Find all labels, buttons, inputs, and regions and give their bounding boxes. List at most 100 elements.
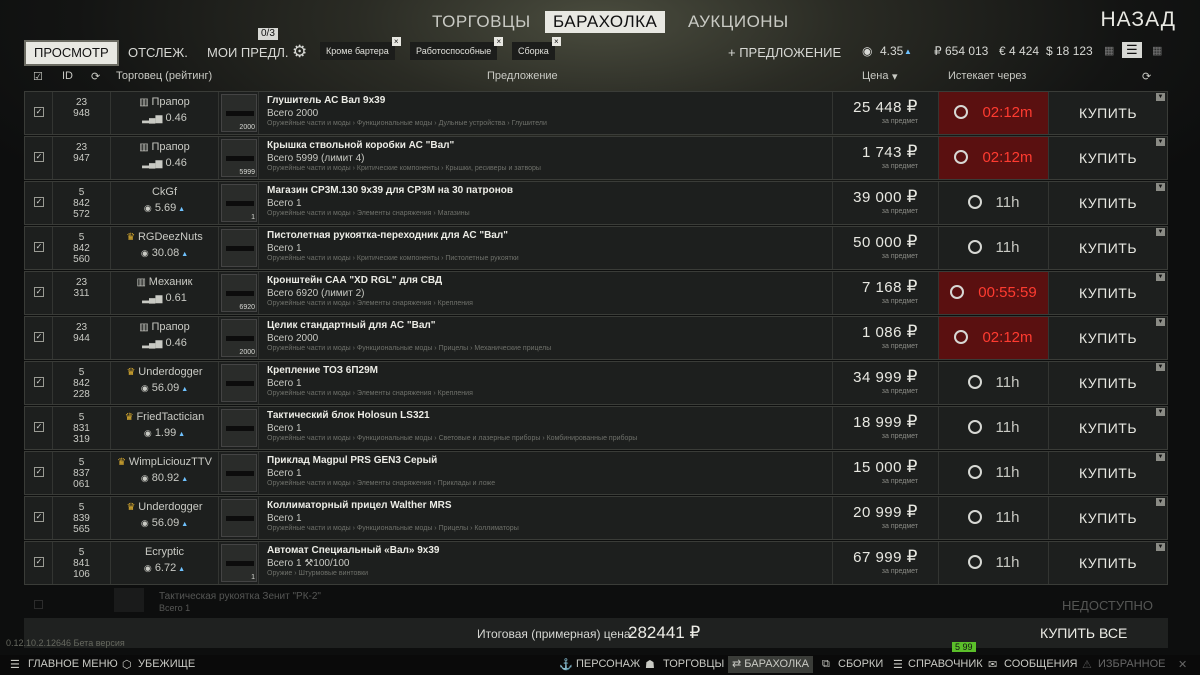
expand-arrow-icon[interactable]: ▼: [1156, 228, 1165, 236]
buy-button[interactable]: КУПИТЬ: [1049, 317, 1167, 359]
expand-arrow-icon[interactable]: ▼: [1156, 408, 1165, 416]
row-checkbox[interactable]: ✓: [34, 287, 44, 297]
my-offers-tab[interactable]: МОИ ПРЕДЛ.: [207, 42, 289, 64]
table-row[interactable]: ✓ 23 311 ▥ Механик ▂▄▆ 0.61 6920 Кронште…: [24, 271, 1168, 315]
item-thumbnail[interactable]: [221, 409, 257, 447]
item-thumbnail[interactable]: 2000: [221, 94, 257, 132]
close-icon[interactable]: ×: [391, 37, 401, 46]
trader-cell[interactable]: ♛ Underdogger ◉ 56.09 ▲: [111, 497, 219, 539]
trader-cell[interactable]: ▥ Механик ▂▄▆ 0.61: [111, 272, 219, 314]
expand-arrow-icon[interactable]: ▼: [1156, 318, 1165, 326]
item-image-cell[interactable]: 1: [219, 542, 259, 584]
item-image-cell[interactable]: [219, 407, 259, 449]
offer-cell[interactable]: Крышка ствольной коробки АС "Вал" Всего …: [259, 137, 833, 179]
table-row[interactable]: ✓ 5 839 565 ♛ Underdogger ◉ 56.09 ▲ Колл…: [24, 496, 1168, 540]
add-offer-button[interactable]: + ПРЕДЛОЖЕНИЕ: [728, 42, 841, 64]
item-thumbnail[interactable]: [221, 454, 257, 492]
item-thumbnail[interactable]: 1: [221, 544, 257, 582]
refresh-icon[interactable]: ⟳: [91, 70, 100, 83]
messages-button[interactable]: СООБЩЕНИЯ: [1004, 658, 1077, 670]
buy-button[interactable]: КУПИТЬ: [1049, 542, 1167, 584]
traders-button[interactable]: ТОРГОВЦЫ: [663, 658, 724, 670]
reload-icon[interactable]: ⟳: [1142, 70, 1151, 83]
item-name[interactable]: Целик стандартный для АС "Вал": [267, 320, 832, 331]
item-name[interactable]: Крышка ствольной коробки АС "Вал": [267, 140, 832, 151]
filter-assembly[interactable]: Сборка ×: [512, 37, 561, 60]
gear-icon[interactable]: ⚙: [292, 42, 307, 64]
trader-cell[interactable]: ♛ Underdogger ◉ 56.09 ▲: [111, 362, 219, 404]
back-button[interactable]: НАЗАД: [1100, 8, 1176, 32]
tile-view-icon[interactable]: ▦: [1152, 44, 1162, 57]
item-image-cell[interactable]: 6920: [219, 272, 259, 314]
close-icon[interactable]: ×: [494, 37, 504, 46]
trader-cell[interactable]: ▥ Прапор ▂▄▆ 0.46: [111, 317, 219, 359]
item-image-cell[interactable]: [219, 452, 259, 494]
row-checkbox[interactable]: ✓: [34, 152, 44, 162]
offer-cell[interactable]: Пистолетная рукоятка-переходник для АС "…: [259, 227, 833, 269]
expand-arrow-icon[interactable]: ▼: [1156, 183, 1165, 191]
item-thumbnail[interactable]: 5999: [221, 139, 257, 177]
item-image-cell[interactable]: 2000: [219, 92, 259, 134]
list-view-icon[interactable]: ☰: [1122, 42, 1142, 58]
item-name[interactable]: Крепление ТОЗ 6П29М: [267, 365, 832, 376]
expand-arrow-icon[interactable]: ▼: [1156, 543, 1165, 551]
table-row[interactable]: ✓ 23 947 ▥ Прапор ▂▄▆ 0.46 5999 Крышка с…: [24, 136, 1168, 180]
table-row[interactable]: ✓ 5 831 319 ♛ FriedTactician ◉ 1.99 ▲ Та…: [24, 406, 1168, 450]
tracked-tab[interactable]: ОТСЛЕЖ.: [128, 42, 188, 64]
expand-arrow-icon[interactable]: ▼: [1156, 93, 1165, 101]
table-row[interactable]: ✓ 5 842 572 ♛ CkGf ◉ 5.69 ▲ 1 Магазин СР…: [24, 181, 1168, 225]
item-name[interactable]: Автомат Специальный «Вал» 9х39: [267, 545, 832, 556]
item-name[interactable]: Кронштейн САА "XD RGL" для СВД: [267, 275, 832, 286]
item-thumbnail[interactable]: [221, 499, 257, 537]
filter-functional[interactable]: Работоспособные ×: [410, 37, 504, 60]
item-image-cell[interactable]: 5999: [219, 137, 259, 179]
offer-cell[interactable]: Приклад Magpul PRS GEN3 Серый Всего 1 Ор…: [259, 452, 833, 494]
offer-cell[interactable]: Магазин СР3М.130 9х39 для СР3М на 30 пат…: [259, 182, 833, 224]
item-image-cell[interactable]: 2000: [219, 317, 259, 359]
item-name[interactable]: Пистолетная рукоятка-переходник для АС "…: [267, 230, 832, 241]
trader-cell[interactable]: ♛ WimpLiciouzTTV ◉ 80.92 ▲: [111, 452, 219, 494]
offer-cell[interactable]: Коллиматорный прицел Walther MRS Всего 1…: [259, 497, 833, 539]
trader-cell[interactable]: ♛ CkGf ◉ 5.69 ▲: [111, 182, 219, 224]
item-thumbnail[interactable]: [221, 364, 257, 402]
trader-cell[interactable]: ▥ Прапор ▂▄▆ 0.46: [111, 137, 219, 179]
item-image-cell[interactable]: [219, 497, 259, 539]
col-trader[interactable]: Торговец (рейтинг): [116, 70, 212, 82]
item-image-cell[interactable]: 1: [219, 182, 259, 224]
offer-cell[interactable]: Крепление ТОЗ 6П29М Всего 1 Оружейные ча…: [259, 362, 833, 404]
favorites-button[interactable]: ИЗБРАННОЕ: [1098, 658, 1166, 670]
offer-cell[interactable]: Кронштейн САА "XD RGL" для СВД Всего 692…: [259, 272, 833, 314]
select-all-checkbox[interactable]: ☑: [33, 70, 43, 83]
offer-cell[interactable]: Целик стандартный для АС "Вал" Всего 200…: [259, 317, 833, 359]
expand-arrow-icon[interactable]: ▼: [1156, 138, 1165, 146]
row-checkbox[interactable]: ✓: [34, 422, 44, 432]
col-price[interactable]: Цена: [862, 70, 888, 82]
expand-arrow-icon[interactable]: ▼: [1156, 363, 1165, 371]
buy-button[interactable]: КУПИТЬ: [1049, 272, 1167, 314]
table-row[interactable]: ✓ 5 837 061 ♛ WimpLiciouzTTV ◉ 80.92 ▲ П…: [24, 451, 1168, 495]
buy-button[interactable]: КУПИТЬ: [1049, 137, 1167, 179]
item-name[interactable]: Глушитель АС Вал 9х39: [267, 95, 832, 106]
item-image-cell[interactable]: [219, 362, 259, 404]
close-icon[interactable]: ×: [551, 37, 561, 46]
tab-auctions[interactable]: АУКЦИОНЫ: [688, 12, 789, 32]
expand-arrow-icon[interactable]: ▼: [1156, 453, 1165, 461]
item-name[interactable]: Тактический блок Holosun LS321: [267, 410, 832, 421]
tab-flea-market[interactable]: БАРАХОЛКА: [545, 11, 666, 33]
buy-button[interactable]: КУПИТЬ: [1049, 92, 1167, 134]
col-offer[interactable]: Предложение: [487, 70, 558, 82]
buy-button[interactable]: КУПИТЬ: [1049, 407, 1167, 449]
table-row[interactable]: ✓ 23 948 ▥ Прапор ▂▄▆ 0.46 2000 Глушител…: [24, 91, 1168, 135]
buy-button[interactable]: КУПИТЬ: [1049, 362, 1167, 404]
table-row[interactable]: ✓ 5 841 106 ♛ Ecryptic ◉ 6.72 ▲ 1 Автома…: [24, 541, 1168, 585]
item-image-cell[interactable]: [219, 227, 259, 269]
offer-cell[interactable]: Тактический блок Holosun LS321 Всего 1 О…: [259, 407, 833, 449]
item-thumbnail[interactable]: 6920: [221, 274, 257, 312]
handbook-button[interactable]: СПРАВОЧНИК: [908, 658, 983, 670]
trader-cell[interactable]: ♛ RGDeezNuts ◉ 30.08 ▲: [111, 227, 219, 269]
row-checkbox[interactable]: ✓: [34, 107, 44, 117]
main-menu-button[interactable]: ГЛАВНОЕ МЕНЮ: [28, 658, 118, 670]
item-thumbnail[interactable]: 2000: [221, 319, 257, 357]
buy-all-button[interactable]: КУПИТЬ ВСЕ: [1040, 625, 1127, 641]
row-checkbox[interactable]: ✓: [34, 512, 44, 522]
